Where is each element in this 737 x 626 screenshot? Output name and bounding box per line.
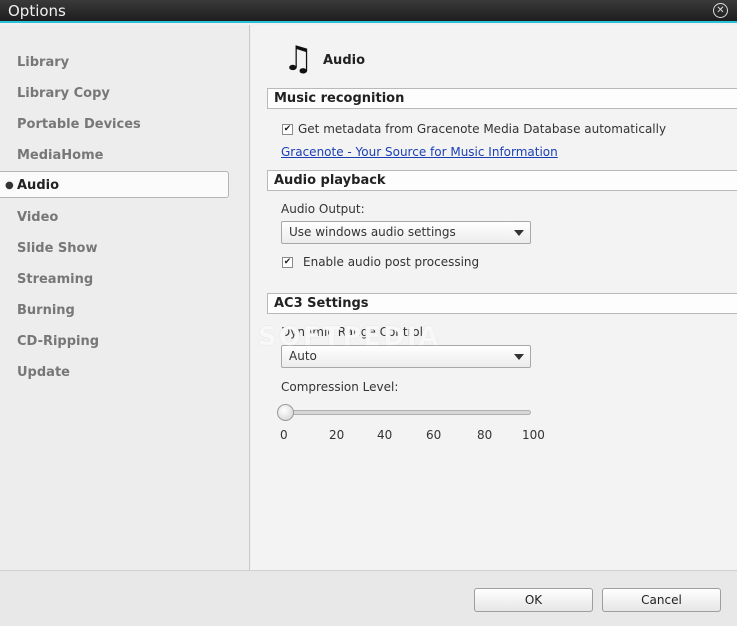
- sidebar-item-mediahome[interactable]: MediaHome: [0, 142, 229, 169]
- audio-output-value: Use windows audio settings: [289, 225, 456, 239]
- section-ac3-settings: AC3 Settings: [267, 293, 737, 314]
- settings-panel: ♫ Audio Music recognition ✔ Get metadata…: [251, 25, 737, 570]
- sidebar-item-portable-devices[interactable]: Portable Devices: [0, 111, 229, 138]
- sidebar-item-cd-ripping[interactable]: CD-Ripping: [0, 328, 229, 355]
- sidebar-item-streaming[interactable]: Streaming: [0, 266, 229, 293]
- section-music-recognition: Music recognition: [267, 88, 737, 109]
- compression-slider-track[interactable]: [281, 410, 531, 415]
- cancel-button[interactable]: Cancel: [602, 588, 721, 612]
- sidebar-item-library[interactable]: Library: [0, 49, 229, 76]
- audio-output-label: Audio Output:: [281, 202, 365, 216]
- slider-tick-label: 100: [522, 428, 545, 442]
- sidebar-item-library-copy[interactable]: Library Copy: [0, 80, 229, 107]
- sidebar-item-label: Library: [17, 55, 70, 70]
- active-bullet-icon: ●: [5, 180, 14, 191]
- gracenote-metadata-label: Get metadata from Gracenote Media Databa…: [298, 122, 667, 136]
- slider-tick-label: 20: [329, 428, 345, 442]
- chevron-down-icon: [514, 230, 524, 236]
- audio-output-select[interactable]: Use windows audio settings: [281, 221, 531, 244]
- sidebar-item-burning[interactable]: Burning: [0, 297, 229, 324]
- sidebar-item-label: MediaHome: [17, 148, 104, 163]
- sidebar-item-label: Slide Show: [17, 241, 98, 256]
- close-icon[interactable]: ✕: [713, 3, 728, 18]
- sidebar-item-video[interactable]: Video: [0, 204, 229, 231]
- slider-tick-label: 80: [477, 428, 493, 442]
- ok-button[interactable]: OK: [474, 588, 593, 612]
- gracenote-link[interactable]: Gracenote - Your Source for Music Inform…: [281, 145, 558, 159]
- page-title: Audio: [323, 53, 366, 68]
- sidebar-item-label: Library Copy: [17, 86, 110, 101]
- chevron-down-icon: [514, 354, 524, 360]
- post-processing-label: Enable audio post processing: [303, 255, 480, 269]
- music-note-icon: ♫: [283, 39, 314, 79]
- sidebar-item-label: CD-Ripping: [17, 334, 100, 349]
- sidebar-item-update[interactable]: Update: [0, 359, 229, 386]
- sidebar-item-label: Video: [17, 210, 59, 225]
- sidebar-item-label: Burning: [17, 303, 75, 318]
- slider-tick-label: 0: [280, 428, 288, 442]
- sidebar-item-label: Streaming: [17, 272, 94, 287]
- slider-tick-label: 60: [426, 428, 442, 442]
- sidebar: Library Library Copy Portable Devices Me…: [0, 25, 250, 570]
- slider-tick-label: 40: [377, 428, 393, 442]
- window-title: Options: [8, 2, 66, 20]
- gracenote-metadata-checkbox[interactable]: ✔: [282, 124, 293, 135]
- compression-label: Compression Level:: [281, 380, 399, 394]
- dialog-footer: OK Cancel: [0, 570, 737, 626]
- title-bar: Options ✕: [0, 0, 737, 23]
- sidebar-item-audio[interactable]: ● Audio: [0, 171, 229, 198]
- sidebar-item-label: Portable Devices: [17, 117, 141, 132]
- sidebar-item-slide-show[interactable]: Slide Show: [0, 235, 229, 262]
- section-audio-playback: Audio playback: [267, 170, 737, 191]
- compression-slider-thumb[interactable]: [277, 404, 294, 421]
- post-processing-checkbox[interactable]: ✔: [282, 257, 293, 268]
- watermark: SOFTPEDIA: [258, 322, 441, 352]
- sidebar-item-label: Update: [17, 365, 70, 380]
- sidebar-item-label: Audio: [17, 178, 60, 193]
